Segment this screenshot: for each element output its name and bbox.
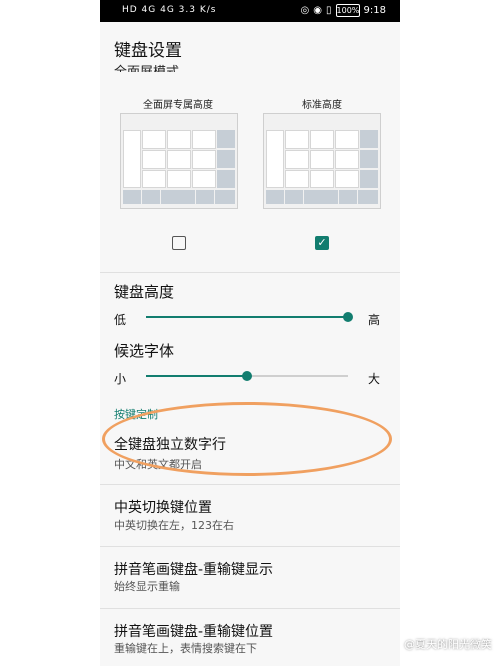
option-fullscreen-label: 全面屏专属高度 bbox=[143, 100, 213, 111]
item-title: 拼音笔画键盘-重输键显示 bbox=[114, 562, 274, 578]
battery-icon: 100% bbox=[335, 4, 360, 17]
candidate-font-title: 候选字体 bbox=[114, 342, 175, 360]
keyboard-preview-standard[interactable] bbox=[263, 113, 381, 209]
keyboard-height-thumb[interactable] bbox=[343, 312, 353, 322]
status-time: 9:18 bbox=[363, 5, 386, 16]
option-fullscreen-checkbox[interactable] bbox=[172, 236, 186, 250]
vibrate-icon: ▯ bbox=[326, 5, 332, 16]
option-standard-label: 标准高度 bbox=[302, 100, 342, 111]
option-standard-checkbox[interactable]: ✓ bbox=[315, 236, 329, 250]
divider bbox=[100, 484, 400, 485]
keyboard-height-min: 低 bbox=[114, 313, 127, 327]
item-subtitle: 始终显示重输 bbox=[114, 580, 180, 593]
watermark: @夏天的阳光微笑 bbox=[404, 638, 492, 651]
page-title: 键盘设置 bbox=[114, 41, 182, 61]
status-bar: HD 4G 4G 3.3 K/s ◎ ◉ ▯ 100% 9:18 bbox=[100, 0, 400, 22]
item-subtitle: 重输键在上，表情搜索键在下 bbox=[114, 642, 257, 655]
candidate-font-max: 大 bbox=[368, 372, 381, 386]
status-right: ◎ ◉ ▯ 100% 9:18 bbox=[301, 4, 386, 17]
fullscreen-mode-title: 全面屏模式 bbox=[114, 60, 179, 72]
eye-icon: ◉ bbox=[313, 5, 323, 16]
item-subtitle: 中英切换在左，123在右 bbox=[114, 519, 234, 532]
candidate-font-min: 小 bbox=[114, 372, 127, 386]
status-network: HD 4G 4G 3.3 K/s bbox=[122, 5, 217, 15]
keyboard-preview-fullscreen[interactable] bbox=[120, 113, 238, 209]
nfc-icon: ◎ bbox=[300, 5, 310, 16]
keyboard-height-max: 高 bbox=[368, 313, 381, 327]
divider bbox=[100, 546, 400, 547]
keyboard-height-title: 键盘高度 bbox=[114, 283, 175, 301]
candidate-font-fill bbox=[146, 375, 247, 377]
keyboard-height-fill bbox=[146, 316, 348, 318]
phone-screen: HD 4G 4G 3.3 K/s ◎ ◉ ▯ 100% 9:18 键盘设置 全面… bbox=[100, 0, 400, 666]
item-title: 拼音笔画键盘-重输键位置 bbox=[114, 624, 274, 640]
item-title: 中英切换键位置 bbox=[114, 500, 212, 516]
candidate-font-thumb[interactable] bbox=[242, 371, 252, 381]
divider bbox=[100, 272, 400, 273]
divider bbox=[100, 608, 400, 609]
hand-drawn-circle-annotation bbox=[102, 402, 392, 476]
